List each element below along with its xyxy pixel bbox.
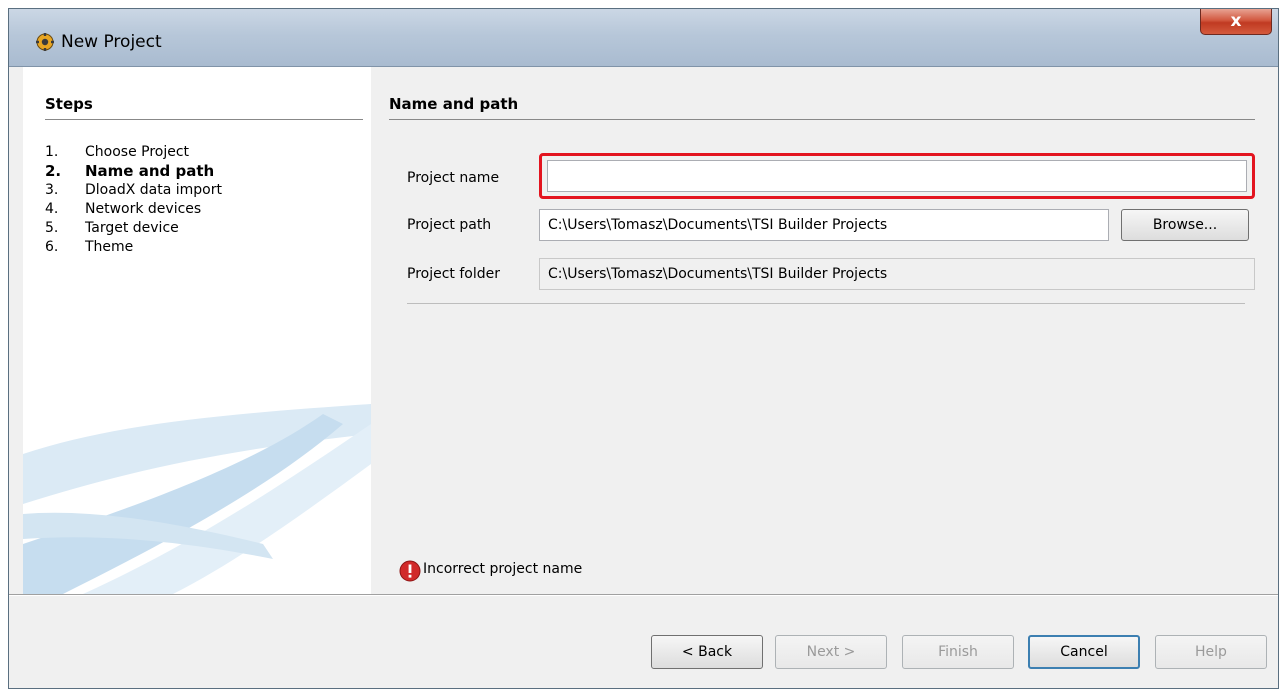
step-label: Theme: [85, 239, 134, 255]
button-bar-divider-highlight: [9, 595, 1278, 596]
next-button[interactable]: Next >: [775, 635, 887, 669]
step-label: Name and path: [85, 162, 215, 180]
step-label: Target device: [85, 220, 179, 236]
project-name-input[interactable]: [547, 160, 1247, 192]
title-bar[interactable]: New Project x: [9, 9, 1278, 67]
project-folder-field: C:\Users\Tomasz\Documents\TSI Builder Pr…: [539, 258, 1255, 290]
step-item: 5. Target device: [45, 219, 222, 238]
close-button[interactable]: x: [1200, 9, 1272, 35]
project-path-input[interactable]: C:\Users\Tomasz\Documents\TSI Builder Pr…: [539, 209, 1109, 241]
step-label: Network devices: [85, 201, 202, 217]
window-title: New Project: [61, 32, 162, 52]
step-item: 6. Theme: [45, 238, 222, 257]
section-title: Name and path: [389, 95, 519, 113]
gear-icon: [36, 33, 54, 51]
error-icon: [399, 560, 421, 582]
project-name-label: Project name: [407, 170, 500, 186]
form-divider: [407, 303, 1245, 304]
step-label: Choose Project: [85, 144, 190, 160]
step-number: 6.: [45, 239, 59, 255]
decorative-swoosh: [23, 404, 371, 594]
step-label: DloadX data import: [85, 182, 222, 198]
help-button[interactable]: Help: [1155, 635, 1267, 669]
step-number: 5.: [45, 220, 59, 236]
new-project-dialog: New Project x Steps 1. Choose Project 2. Na…: [8, 8, 1279, 689]
back-button[interactable]: < Back: [651, 635, 763, 669]
step-item: 1. Choose Project: [45, 143, 222, 162]
section-divider: [389, 119, 1255, 120]
step-item: 4. Network devices: [45, 200, 222, 219]
step-number: 2.: [45, 162, 62, 180]
project-folder-label: Project folder: [407, 266, 500, 282]
step-number: 3.: [45, 182, 59, 198]
finish-button[interactable]: Finish: [902, 635, 1014, 669]
error-message: Incorrect project name: [423, 561, 583, 577]
steps-list: 1. Choose Project 2. Name and path 3. DloadX …: [45, 143, 222, 257]
step-number: 1.: [45, 144, 59, 160]
step-item: 3. DloadX data import: [45, 181, 222, 200]
steps-panel: Steps 1. Choose Project 2. Name and path 3. D…: [23, 67, 371, 594]
browse-button[interactable]: Browse...: [1121, 209, 1249, 241]
name-and-path-panel: Name and path Project name Project path …: [371, 67, 1277, 594]
step-number: 4.: [45, 201, 59, 217]
cancel-button[interactable]: Cancel: [1028, 635, 1140, 669]
step-item: 2. Name and path: [45, 162, 222, 181]
steps-title: Steps: [45, 95, 93, 113]
project-path-label: Project path: [407, 217, 492, 233]
steps-divider: [45, 119, 363, 120]
